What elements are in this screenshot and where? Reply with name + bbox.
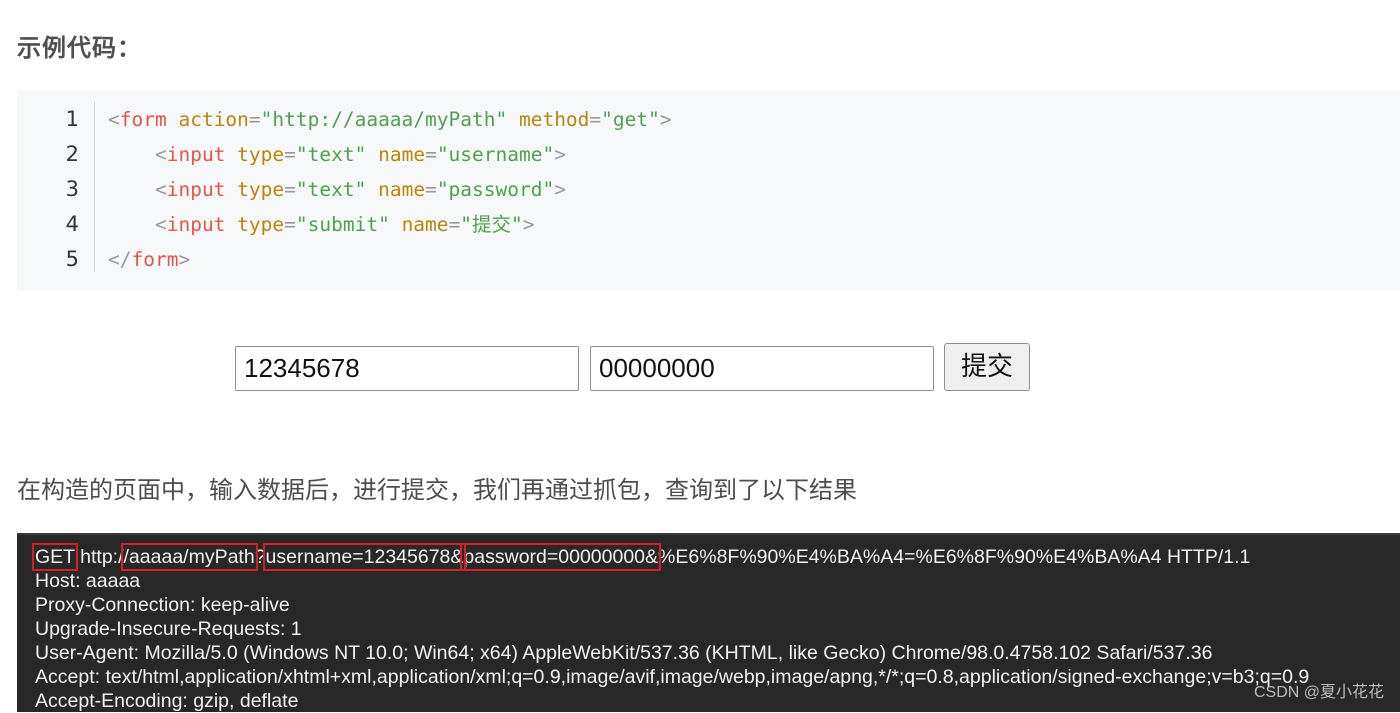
password-input[interactable]: 00000000 xyxy=(590,346,934,391)
header-line: Accept-Encoding: gzip, deflate xyxy=(35,690,299,712)
code-line: <input type="text" name="username"> xyxy=(108,137,672,172)
code-token-tag: input xyxy=(166,178,226,201)
submit-button[interactable]: 提交 xyxy=(944,343,1030,391)
code-lines: <form action="http://aaaaa/myPath" metho… xyxy=(108,102,672,277)
section-heading: 示例代码： xyxy=(17,34,142,62)
code-block: 1 2 3 4 5 <form action="http://aaaaa/myP… xyxy=(17,90,1400,290)
code-token-eq: = xyxy=(425,178,437,201)
request-line: GET http://aaaaa/myPath?username=1234567… xyxy=(32,543,1309,571)
code-token-punc: < xyxy=(154,213,167,236)
code-line: <input type="submit" name="提交"> xyxy=(108,207,672,242)
description-paragraph: 在构造的页面中，输入数据后，进行提交，我们再通过抓包，查询到了以下结果 xyxy=(17,476,857,504)
code-token-str: "get" xyxy=(601,108,660,131)
code-token-punc: > xyxy=(554,143,566,166)
code-token-str: "username" xyxy=(436,143,555,166)
code-token-punc: > xyxy=(178,248,191,271)
header-line: Upgrade-Insecure-Requests: 1 xyxy=(35,618,302,640)
code-token-attr: name xyxy=(401,213,449,236)
code-token-eq: = xyxy=(448,213,461,236)
code-token-eq: = xyxy=(284,213,296,236)
request-segment: %E6%8F%90%E4%BA%A4=%E6%8F%90%E4%BA%A4 HT… xyxy=(658,546,1251,568)
code-token-str: "text" xyxy=(295,178,367,201)
line-number: 4 xyxy=(65,212,79,236)
header-line: Host: aaaaa xyxy=(35,570,141,592)
header-line: Proxy-Connection: keep-alive xyxy=(35,594,290,616)
line-number-gutter: 1 2 3 4 5 xyxy=(17,102,95,272)
code-token-str: "password" xyxy=(436,178,555,201)
code-token-attr: name xyxy=(378,178,426,201)
line-number: 2 xyxy=(65,142,79,166)
capture-lines: GET http://aaaaa/myPath?username=1234567… xyxy=(32,543,1310,713)
code-token-punc: > xyxy=(659,108,672,131)
header-line: Accept: text/html,application/xhtml+xml,… xyxy=(35,666,1310,688)
code-token-str: "提交" xyxy=(460,213,523,236)
code-token-eq: = xyxy=(284,143,296,166)
username-input[interactable]: 12345678 xyxy=(235,346,579,391)
line-number: 3 xyxy=(65,177,79,201)
code-token-attr: type xyxy=(237,143,285,166)
code-token-str: "submit" xyxy=(295,213,390,236)
code-token-tag: form xyxy=(131,248,179,271)
code-token-tag: form xyxy=(119,108,167,131)
code-line: <input type="text" name="password"> xyxy=(108,172,672,207)
code-token-attr: action xyxy=(178,108,249,131)
code-token-str: "text" xyxy=(295,143,367,166)
code-token-eq: = xyxy=(425,143,437,166)
request-segment: ? xyxy=(254,546,266,568)
highlighted-segment: GET xyxy=(32,543,78,571)
code-token-str: "http://aaaaa/myPath" xyxy=(260,108,508,131)
code-token-attr: type xyxy=(237,178,285,201)
line-number: 1 xyxy=(65,107,79,131)
code-token-tag: input xyxy=(166,143,226,166)
code-token-eq: = xyxy=(284,178,296,201)
highlighted-segment: /aaaaa/myPath xyxy=(120,543,258,571)
request-segment: http:/ xyxy=(74,546,124,568)
packet-capture-panel: GET http://aaaaa/myPath?username=1234567… xyxy=(17,533,1400,712)
watermark: CSDN @夏小花花 xyxy=(1253,684,1384,701)
highlighted-segment: password=00000000& xyxy=(460,543,662,571)
code-token-punc: < xyxy=(154,143,167,166)
code-token-attr: name xyxy=(378,143,426,166)
highlighted-segment: username=12345678& xyxy=(262,543,467,571)
code-token-eq: = xyxy=(589,108,602,131)
code-token-attr: type xyxy=(237,213,285,236)
code-token-tag: input xyxy=(166,213,226,236)
code-line: <form action="http://aaaaa/myPath" metho… xyxy=(108,102,672,137)
code-token-punc: < xyxy=(154,178,167,201)
code-token-eq: = xyxy=(248,108,261,131)
header-line: User-Agent: Mozilla/5.0 (Windows NT 10.0… xyxy=(35,642,1213,664)
line-number: 5 xyxy=(65,247,79,271)
code-token-attr: method xyxy=(518,108,590,131)
code-token-punc: > xyxy=(554,178,566,201)
code-line: </form> xyxy=(108,242,672,277)
code-token-punc: </ xyxy=(108,248,132,271)
code-token-punc: > xyxy=(522,213,535,236)
code-token-punc: < xyxy=(108,108,120,131)
